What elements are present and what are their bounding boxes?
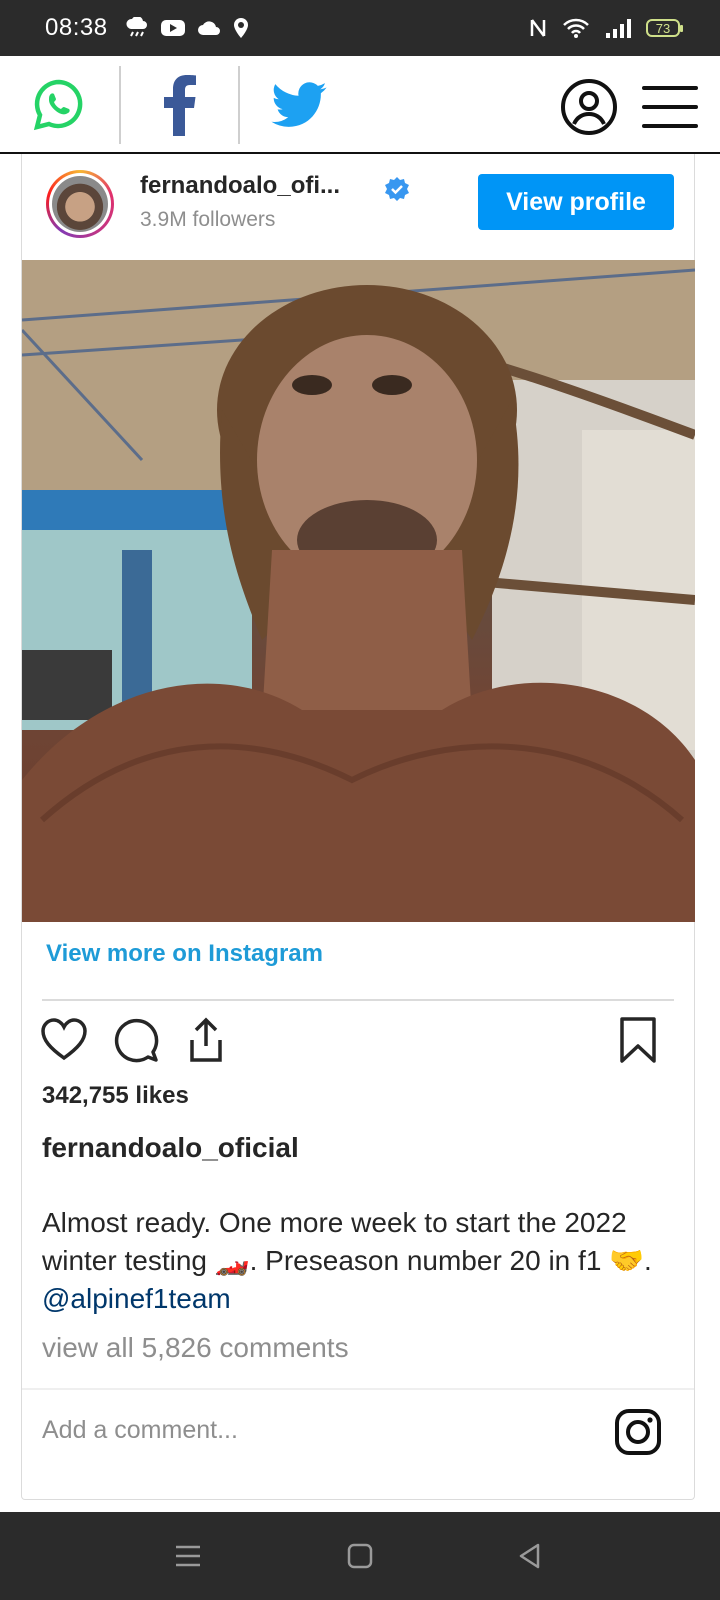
caption-text: . Preseason number 20 in f1 <box>249 1245 610 1276</box>
facebook-icon <box>164 75 196 136</box>
home-button[interactable] <box>340 1536 380 1576</box>
share-bar <box>0 56 720 154</box>
like-count: 342,755 likes <box>42 1082 189 1109</box>
account-button[interactable] <box>560 78 618 136</box>
view-comments-link[interactable]: view all 5,826 comments <box>42 1332 349 1364</box>
mention-link[interactable]: @alpinef1team <box>42 1283 231 1314</box>
twitter-share-button[interactable] <box>264 70 334 140</box>
post-image[interactable] <box>22 260 695 922</box>
battery-icon: 73 <box>646 19 683 37</box>
post-photo <box>22 260 695 922</box>
nfc-icon <box>530 19 546 37</box>
square-icon <box>347 1543 373 1569</box>
view-more-link[interactable]: View more on Instagram <box>46 940 323 968</box>
location-icon <box>233 18 248 38</box>
menu-icon <box>642 86 698 90</box>
avatar[interactable] <box>46 170 114 238</box>
whatsapp-share-button[interactable] <box>24 70 94 140</box>
view-profile-button[interactable]: View profile <box>478 174 674 230</box>
recents-button[interactable] <box>168 1536 208 1576</box>
status-bar: 08:38 73 <box>0 0 720 56</box>
caption-text: . <box>644 1245 652 1276</box>
instagram-embed: fernandoalo_ofi... 3.9M followers View p… <box>21 154 695 1500</box>
battery-level: 73 <box>655 20 671 36</box>
whatsapp-icon <box>33 79 83 131</box>
divider <box>238 66 240 144</box>
heart-icon[interactable] <box>40 1016 88 1064</box>
caption-username[interactable]: fernandoalo_oficial <box>42 1132 299 1164</box>
wifi-icon <box>563 18 589 38</box>
divider <box>119 66 121 144</box>
handshake-emoji: 🤝 <box>609 1245 645 1276</box>
system-nav-bar <box>0 1512 720 1600</box>
profile-photo <box>52 176 108 232</box>
youtube-icon <box>160 20 185 36</box>
verified-badge-icon <box>385 177 409 201</box>
post-username-header[interactable]: fernandoalo_ofi... <box>140 172 340 200</box>
signal-icon <box>606 19 631 38</box>
post-caption: Almost ready. One more week to start the… <box>42 1204 682 1318</box>
cloud-icon <box>197 21 220 35</box>
instagram-icon[interactable] <box>614 1408 662 1456</box>
back-triangle-icon <box>519 1543 540 1569</box>
divider <box>42 999 674 1001</box>
rain-cloud-icon <box>126 17 147 37</box>
back-button[interactable] <box>510 1536 550 1576</box>
divider <box>22 1388 694 1390</box>
comment-icon[interactable] <box>112 1016 160 1064</box>
facebook-share-button[interactable] <box>144 70 214 140</box>
twitter-icon <box>271 82 327 127</box>
menu-button[interactable] <box>642 86 698 128</box>
share-icon[interactable] <box>182 1016 230 1064</box>
bookmark-icon[interactable] <box>614 1016 662 1064</box>
account-icon <box>561 79 617 135</box>
menu-lines-icon <box>176 1545 200 1567</box>
follower-count: 3.9M followers <box>140 208 276 231</box>
add-comment-input[interactable]: Add a comment... <box>42 1416 238 1445</box>
race-car-emoji: 🏎️ <box>214 1245 250 1276</box>
clock: 08:38 <box>45 14 108 41</box>
